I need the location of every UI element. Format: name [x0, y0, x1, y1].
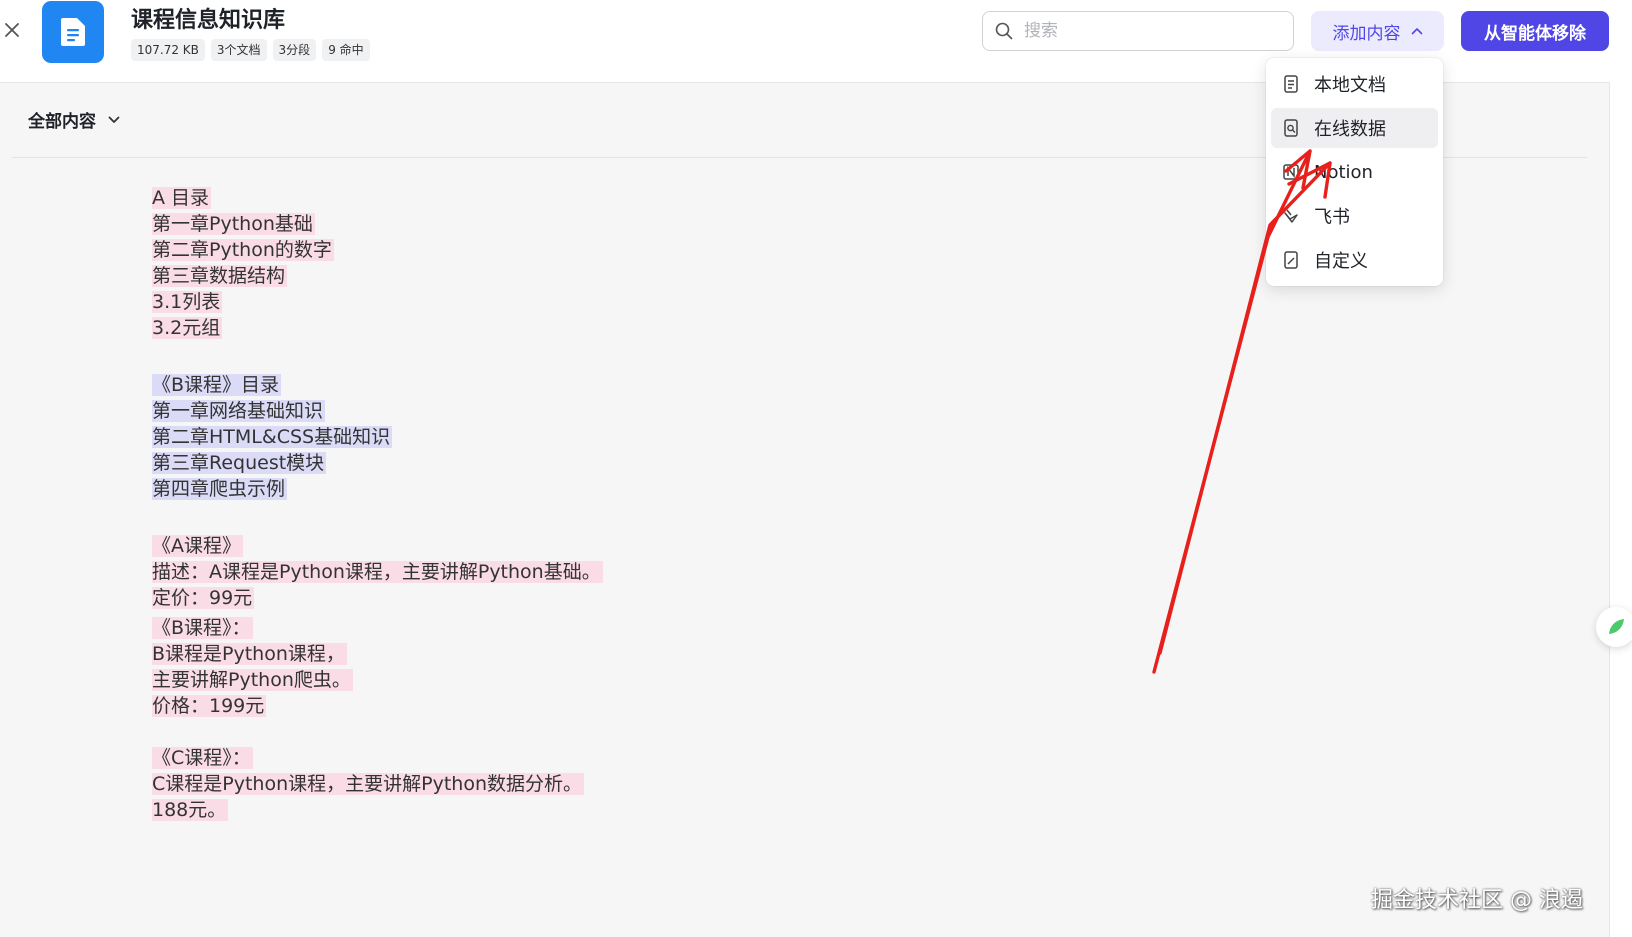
knowledge-base-stats: 107.72 KB 3个文档 3分段 9 命中 — [131, 39, 370, 61]
add-content-menu: 本地文档 在线数据 Notion 飞书 自定义 — [1266, 58, 1443, 286]
online-data-icon — [1281, 118, 1301, 138]
menu-item-label: 在线数据 — [1314, 119, 1386, 140]
menu-item-label: Notion — [1314, 161, 1373, 183]
segment-line: 188元。 — [152, 799, 229, 821]
close-icon[interactable] — [2, 20, 22, 40]
segment-line: B课程是Python课程， — [152, 643, 347, 665]
hit-count-tag: 9 命中 — [322, 39, 370, 61]
segment-line: 《C课程》： — [152, 747, 253, 769]
menu-item-notion[interactable]: Notion — [1271, 152, 1438, 192]
chevron-down-icon — [108, 116, 120, 123]
knowledge-base-document-icon — [42, 1, 104, 63]
document-count-tag: 3个文档 — [210, 39, 267, 61]
search-icon — [995, 22, 1013, 40]
feishu-icon — [1281, 206, 1301, 226]
segment-line: 3.1列表 — [152, 291, 223, 313]
segment-line: 《B课程》： — [152, 617, 253, 639]
segment-line: 第三章Request模块 — [152, 452, 327, 474]
menu-item-custom[interactable]: 自定义 — [1271, 240, 1438, 280]
local-document-icon — [1281, 74, 1301, 94]
search-input[interactable] — [1022, 20, 1276, 42]
segment-line: 第一章网络基础知识 — [152, 400, 326, 422]
notion-icon — [1281, 162, 1301, 182]
segment-line: 《B课程》目录 — [152, 374, 282, 396]
segment-line: 第二章HTML&CSS基础知识 — [152, 426, 393, 448]
segment-line: 3.2元组 — [152, 317, 223, 339]
chevron-up-icon — [1411, 28, 1422, 35]
floating-assistant-button[interactable] — [1596, 607, 1632, 647]
segment-line: 第二章Python的数字 — [152, 239, 334, 261]
segment-line: 第一章Python基础 — [152, 213, 315, 235]
size-tag: 107.72 KB — [131, 39, 205, 61]
page-title: 课程信息知识库 — [131, 8, 286, 33]
content-filter-label: 全部内容 — [28, 112, 96, 132]
remove-from-agent-button[interactable]: 从智能体移除 — [1461, 11, 1609, 51]
watermark: 掘金技术社区 @ 浪遏 — [1371, 888, 1583, 913]
segment-line: 主要讲解Python爬虫。 — [152, 669, 353, 691]
segment-line: 第四章爬虫示例 — [152, 478, 288, 500]
leaf-icon — [1609, 619, 1624, 634]
menu-item-local-document[interactable]: 本地文档 — [1271, 64, 1438, 104]
add-content-button[interactable]: 添加内容 — [1311, 11, 1444, 51]
menu-item-label: 飞书 — [1314, 207, 1350, 228]
search-box[interactable] — [982, 11, 1294, 51]
menu-item-online-data[interactable]: 在线数据 — [1271, 108, 1438, 148]
segment-count-tag: 3分段 — [272, 39, 317, 61]
segment-block[interactable]: 《B课程》： B课程是Python课程， 主要讲解Python爬虫。 价格：19… — [152, 615, 353, 719]
menu-item-feishu[interactable]: 飞书 — [1271, 196, 1438, 236]
segment-line: 描述：A课程是Python课程，主要讲解Python基础。 — [152, 561, 603, 583]
segment-block[interactable]: 《C课程》： C课程是Python课程，主要讲解Python数据分析。 188元… — [152, 745, 584, 823]
segment-line: 价格：199元 — [152, 695, 267, 717]
segment-block[interactable]: 《B课程》目录 第一章网络基础知识 第二章HTML&CSS基础知识 第三章Req… — [152, 372, 393, 502]
segment-line: 第三章数据结构 — [152, 265, 288, 287]
custom-icon — [1281, 250, 1301, 270]
content-filter-dropdown[interactable]: 全部内容 — [28, 107, 120, 132]
segment-line: C课程是Python课程，主要讲解Python数据分析。 — [152, 773, 584, 795]
segment-block[interactable]: A 目录 第一章Python基础 第二章Python的数字 第三章数据结构 3.… — [152, 185, 334, 341]
menu-item-label: 本地文档 — [1314, 75, 1386, 96]
menu-item-label: 自定义 — [1314, 251, 1368, 272]
segment-line: 《A课程》 — [152, 535, 243, 557]
add-content-label: 添加内容 — [1332, 23, 1401, 44]
segment-line: A 目录 — [152, 187, 212, 209]
segment-line: 定价：99元 — [152, 587, 255, 609]
segment-block[interactable]: 《A课程》 描述：A课程是Python课程，主要讲解Python基础。 定价：9… — [152, 533, 603, 611]
